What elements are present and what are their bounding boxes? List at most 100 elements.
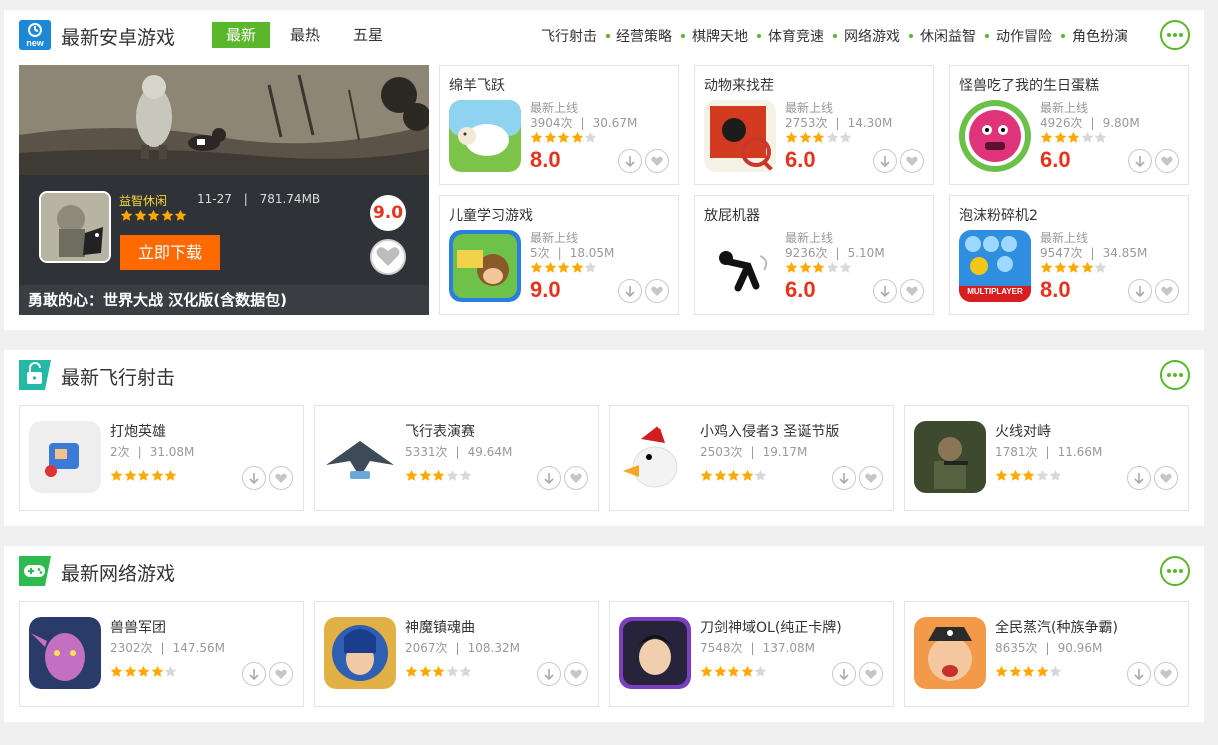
tab-newest[interactable]: 最新 bbox=[212, 22, 270, 48]
download-icon[interactable] bbox=[1128, 279, 1152, 303]
game-card[interactable]: 儿童学习游戏 最新上线 5次 | 18.05M 9.0 bbox=[439, 195, 679, 315]
category-link[interactable]: 角色扮演 bbox=[1072, 26, 1128, 46]
elf-icon[interactable] bbox=[29, 617, 101, 689]
soldier-icon[interactable] bbox=[914, 421, 986, 493]
download-icon[interactable] bbox=[832, 662, 856, 686]
favorite-icon[interactable] bbox=[645, 149, 669, 173]
game-title[interactable]: 打炮英雄 bbox=[110, 421, 166, 441]
download-icon[interactable] bbox=[832, 466, 856, 490]
favorite-heart-icon[interactable] bbox=[370, 239, 406, 275]
game-card[interactable]: 绵羊飞跃 最新上线 3904次 | 30.67M 8.0 bbox=[439, 65, 679, 185]
game-title[interactable]: 小鸡入侵者3 圣诞节版 bbox=[700, 421, 839, 441]
favorite-icon[interactable] bbox=[1155, 149, 1179, 173]
game-card[interactable]: 神魔镇魂曲 2067次 | 108.32M bbox=[314, 601, 599, 707]
sorceress-icon[interactable] bbox=[324, 617, 396, 689]
game-card[interactable]: 动物来找茬 最新上线 2753次 | 14.30M 6.0 bbox=[694, 65, 934, 185]
featured-game[interactable]: 益智休闲 11-27 | 781.74MB 立即下载 9.0 勇敢的心：世界大战… bbox=[19, 65, 429, 315]
game-title[interactable]: 全民蒸汽(种族争霸) bbox=[995, 617, 1118, 637]
featured-game-thumbnail[interactable] bbox=[39, 191, 111, 263]
game-card[interactable]: 泡沫粉碎机2 MULTIPLAYER 最新上线 9547次 | 34.85M 8.0 bbox=[949, 195, 1189, 315]
monster-icon[interactable] bbox=[959, 100, 1031, 172]
game-card[interactable]: 小鸡入侵者3 圣诞节版 2503次 | 19.17M bbox=[609, 405, 894, 511]
tab-five-star[interactable]: 五星 bbox=[338, 22, 398, 48]
game-card[interactable]: 全民蒸汽(种族争霸) 8635次 | 90.96M bbox=[904, 601, 1189, 707]
jet-icon[interactable] bbox=[324, 421, 396, 493]
game-title[interactable]: 放屁机器 bbox=[704, 205, 760, 225]
cannon-icon[interactable] bbox=[29, 421, 101, 493]
game-meta: 2067次 | 108.32M bbox=[405, 639, 520, 656]
swordsman-icon[interactable] bbox=[619, 617, 691, 689]
favorite-icon[interactable] bbox=[1155, 279, 1179, 303]
game-card[interactable]: 刀剑神域OL(纯正卡牌) 7548次 | 137.08M bbox=[609, 601, 894, 707]
favorite-icon[interactable] bbox=[269, 662, 293, 686]
game-card[interactable]: 飞行表演赛 5331次 | 49.64M bbox=[314, 405, 599, 511]
favorite-icon[interactable] bbox=[900, 279, 924, 303]
category-link[interactable]: 经营策略 bbox=[616, 26, 672, 46]
figure-icon[interactable] bbox=[704, 230, 776, 302]
favorite-icon[interactable] bbox=[564, 466, 588, 490]
game-title[interactable]: 绵羊飞跃 bbox=[449, 75, 505, 95]
game-title[interactable]: 火线对峙 bbox=[995, 421, 1051, 441]
category-link[interactable]: 休闲益智 bbox=[920, 26, 976, 46]
download-icon[interactable] bbox=[1127, 662, 1151, 686]
download-icon[interactable] bbox=[537, 466, 561, 490]
favorite-icon[interactable] bbox=[645, 279, 669, 303]
game-title[interactable]: 儿童学习游戏 bbox=[449, 205, 533, 225]
more-button[interactable] bbox=[1160, 20, 1190, 50]
game-card[interactable]: 火线对峙 1781次 | 11.66M bbox=[904, 405, 1189, 511]
category-link[interactable]: 动作冒险 bbox=[996, 26, 1052, 46]
download-icon[interactable] bbox=[1127, 466, 1151, 490]
download-icon[interactable] bbox=[537, 662, 561, 686]
star-icon bbox=[741, 665, 754, 678]
more-button[interactable] bbox=[1160, 360, 1190, 390]
meta-divider: | bbox=[580, 116, 585, 130]
category-link[interactable]: 网络游戏 bbox=[844, 26, 900, 46]
magnifier-icon[interactable] bbox=[704, 100, 776, 172]
download-count: 2次 bbox=[110, 445, 130, 459]
more-button[interactable] bbox=[1160, 556, 1190, 586]
pirate-icon[interactable] bbox=[914, 617, 986, 689]
download-icon[interactable] bbox=[242, 466, 266, 490]
game-meta: 2次 | 31.08M bbox=[110, 443, 194, 460]
star-icon bbox=[727, 665, 740, 678]
monkey-icon[interactable] bbox=[449, 230, 521, 302]
download-now-button[interactable]: 立即下载 bbox=[120, 235, 220, 270]
star-icon bbox=[799, 131, 812, 144]
game-title[interactable]: 兽兽军团 bbox=[110, 617, 166, 637]
favorite-icon[interactable] bbox=[1154, 662, 1178, 686]
favorite-icon[interactable] bbox=[859, 466, 883, 490]
favorite-icon[interactable] bbox=[564, 662, 588, 686]
game-title[interactable]: 刀剑神域OL(纯正卡牌) bbox=[700, 617, 842, 637]
category-link[interactable]: 体育竞速 bbox=[768, 26, 824, 46]
featured-banner-image[interactable] bbox=[19, 65, 429, 175]
game-card[interactable]: 打炮英雄 2次 | 31.08M bbox=[19, 405, 304, 511]
game-title[interactable]: 飞行表演赛 bbox=[405, 421, 475, 441]
favorite-icon[interactable] bbox=[859, 662, 883, 686]
game-meta: 5331次 | 49.64M bbox=[405, 443, 512, 460]
bubbles-icon[interactable]: MULTIPLAYER bbox=[959, 230, 1031, 302]
favorite-icon[interactable] bbox=[900, 149, 924, 173]
game-card[interactable]: 怪兽吃了我的生日蛋糕 最新上线 4926次 | 9.80M 6.0 bbox=[949, 65, 1189, 185]
game-card[interactable]: 放屁机器 最新上线 9236次 | 5.10M 6.0 bbox=[694, 195, 934, 315]
category-link[interactable]: 棋牌天地 bbox=[692, 26, 748, 46]
featured-game-name[interactable]: 勇敢的心：世界大战 汉化版(含数据包) bbox=[19, 285, 429, 315]
game-card[interactable]: 兽兽军团 2302次 | 147.56M bbox=[19, 601, 304, 707]
download-icon[interactable] bbox=[242, 662, 266, 686]
category-link[interactable]: 飞行射击 bbox=[541, 26, 597, 46]
download-icon[interactable] bbox=[618, 279, 642, 303]
download-icon[interactable] bbox=[873, 279, 897, 303]
rating-stars bbox=[530, 261, 598, 275]
favorite-icon[interactable] bbox=[269, 466, 293, 490]
download-icon[interactable] bbox=[873, 149, 897, 173]
star-icon bbox=[1022, 665, 1035, 678]
favorite-icon[interactable] bbox=[1154, 466, 1178, 490]
download-icon[interactable] bbox=[618, 149, 642, 173]
download-icon[interactable] bbox=[1128, 149, 1152, 173]
sheep-icon[interactable] bbox=[449, 100, 521, 172]
chicken-icon[interactable] bbox=[619, 421, 691, 493]
tab-hottest[interactable]: 最热 bbox=[276, 22, 334, 48]
game-title[interactable]: 泡沫粉碎机2 bbox=[959, 205, 1038, 225]
game-title[interactable]: 神魔镇魂曲 bbox=[405, 617, 475, 637]
game-title[interactable]: 怪兽吃了我的生日蛋糕 bbox=[959, 75, 1099, 95]
game-title[interactable]: 动物来找茬 bbox=[704, 75, 774, 95]
